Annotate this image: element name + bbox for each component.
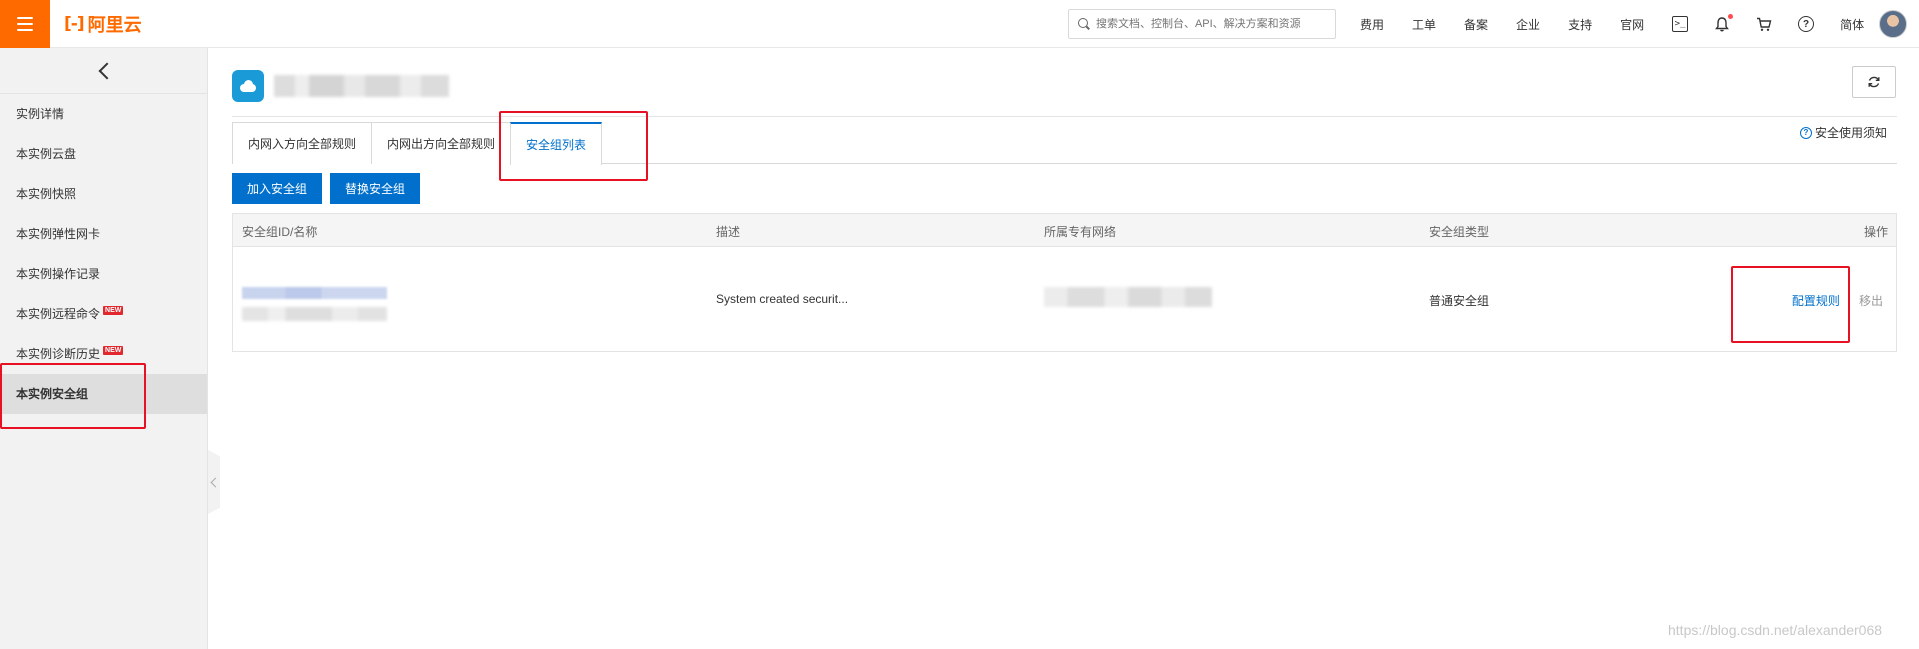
watermark: https://blog.csdn.net/alexander068 bbox=[1668, 622, 1883, 638]
nav-tickets[interactable]: 工单 bbox=[1412, 16, 1436, 33]
sidebar-item-label: 本实例操作记录 bbox=[16, 267, 101, 281]
top-nav: 费用 工单 备案 企业 支持 官网 >_ ? 简体 bbox=[1360, 0, 1892, 48]
nav-billing[interactable]: 费用 bbox=[1360, 16, 1384, 33]
sidebar-collapse-handle[interactable] bbox=[208, 450, 220, 514]
notification-dot bbox=[1728, 14, 1734, 19]
annotation-box-configure bbox=[1731, 266, 1850, 343]
annotation-box-sidebar bbox=[0, 363, 146, 429]
column-header-actions: 操作 bbox=[1863, 225, 1888, 239]
column-header-description: 描述 bbox=[716, 225, 741, 239]
logo-mark: [-] bbox=[64, 13, 85, 34]
nav-support[interactable]: 支持 bbox=[1568, 16, 1592, 33]
search-input[interactable] bbox=[1095, 18, 1335, 30]
question-circle-icon: ? bbox=[1800, 126, 1812, 139]
chevron-left-icon bbox=[98, 62, 115, 79]
table-row: System created securit... 普通安全组 配置规则 | 移出 bbox=[233, 247, 1896, 351]
security-group-table: 安全组ID/名称 描述 所属专有网络 安全组类型 操作 System creat… bbox=[232, 213, 1897, 352]
sidebar-item-disks[interactable]: 本实例云盘 bbox=[0, 134, 207, 174]
nav-official-site[interactable]: 官网 bbox=[1620, 16, 1644, 33]
redacted-security-group-name bbox=[242, 307, 387, 321]
user-avatar[interactable] bbox=[1879, 10, 1907, 38]
tab-outbound-rules[interactable]: 内网出方向全部规则 bbox=[371, 122, 512, 164]
redacted-security-group-id[interactable] bbox=[242, 287, 387, 299]
action-buttons: 加入安全组 替换安全组 bbox=[232, 173, 421, 204]
type-cell: 普通安全组 bbox=[1429, 294, 1490, 308]
redacted-instance-name bbox=[274, 75, 449, 97]
nav-icp[interactable]: 备案 bbox=[1464, 16, 1488, 33]
redacted-vpc-id[interactable] bbox=[1044, 287, 1212, 307]
column-header-id-name: 安全组ID/名称 bbox=[242, 225, 318, 239]
annotation-box-tab bbox=[499, 111, 648, 181]
remove-link[interactable]: 移出 bbox=[1859, 294, 1883, 308]
instance-sidebar: 实例详情 本实例云盘 本实例快照 本实例弹性网卡 本实例操作记录 本实例远程命令… bbox=[0, 48, 208, 649]
cart-icon[interactable] bbox=[1756, 16, 1772, 32]
refresh-icon bbox=[1868, 76, 1880, 88]
language-switch[interactable]: 简体 bbox=[1840, 16, 1864, 33]
sidebar-item-label: 实例详情 bbox=[16, 107, 65, 121]
vpc-cell bbox=[1044, 287, 1212, 307]
safety-notice-label: 安全使用须知 bbox=[1815, 126, 1888, 140]
sidebar-item-label: 本实例弹性网卡 bbox=[16, 227, 101, 241]
table-header: 安全组ID/名称 描述 所属专有网络 安全组类型 操作 bbox=[233, 214, 1896, 247]
back-button[interactable] bbox=[0, 48, 207, 94]
aliyun-logo[interactable]: [-] 阿里云 bbox=[64, 11, 142, 37]
column-header-vpc: 所属专有网络 bbox=[1044, 225, 1117, 239]
sidebar-item-label: 本实例远程命令 bbox=[16, 307, 101, 321]
tab-inbound-rules[interactable]: 内网入方向全部规则 bbox=[232, 122, 373, 164]
replace-security-group-button[interactable]: 替换安全组 bbox=[330, 173, 421, 204]
search-box[interactable] bbox=[1068, 9, 1336, 39]
sidebar-item-eni[interactable]: 本实例弹性网卡 bbox=[0, 214, 207, 254]
tab-bar: 内网入方向全部规则 内网出方向全部规则 安全组列表 bbox=[232, 122, 1897, 165]
sidebar-item-remote-commands[interactable]: 本实例远程命令 NEW bbox=[0, 294, 207, 334]
hamburger-menu-icon[interactable] bbox=[0, 0, 50, 48]
help-icon[interactable]: ? bbox=[1798, 16, 1815, 32]
new-badge: NEW bbox=[103, 345, 124, 355]
add-security-group-button[interactable]: 加入安全组 bbox=[232, 173, 323, 204]
header-divider bbox=[232, 116, 1897, 117]
refresh-button[interactable] bbox=[1852, 66, 1896, 98]
description-cell: System created securit... bbox=[716, 292, 849, 306]
instance-header bbox=[232, 70, 449, 102]
safety-notice-link[interactable]: ? 安全使用须知 bbox=[1800, 124, 1887, 141]
sidebar-item-label: 本实例快照 bbox=[16, 187, 77, 201]
sidebar-item-snapshots[interactable]: 本实例快照 bbox=[0, 174, 207, 214]
nav-enterprise[interactable]: 企业 bbox=[1516, 16, 1540, 33]
sidebar-item-label: 本实例云盘 bbox=[16, 147, 77, 161]
column-header-type: 安全组类型 bbox=[1429, 225, 1490, 239]
security-group-id-cell bbox=[242, 287, 387, 321]
bell-icon[interactable] bbox=[1714, 14, 1734, 32]
ecs-cloud-icon bbox=[232, 70, 264, 102]
logo-text: 阿里云 bbox=[87, 14, 142, 35]
top-navbar: [-] 阿里云 费用 工单 备案 企业 支持 官网 >_ ? 简体 bbox=[0, 0, 1919, 48]
new-badge: NEW bbox=[103, 305, 124, 315]
terminal-icon[interactable]: >_ bbox=[1672, 16, 1689, 32]
sidebar-item-operation-log[interactable]: 本实例操作记录 bbox=[0, 254, 207, 294]
search-icon bbox=[1078, 18, 1090, 30]
sidebar-item-instance-details[interactable]: 实例详情 bbox=[0, 94, 207, 134]
